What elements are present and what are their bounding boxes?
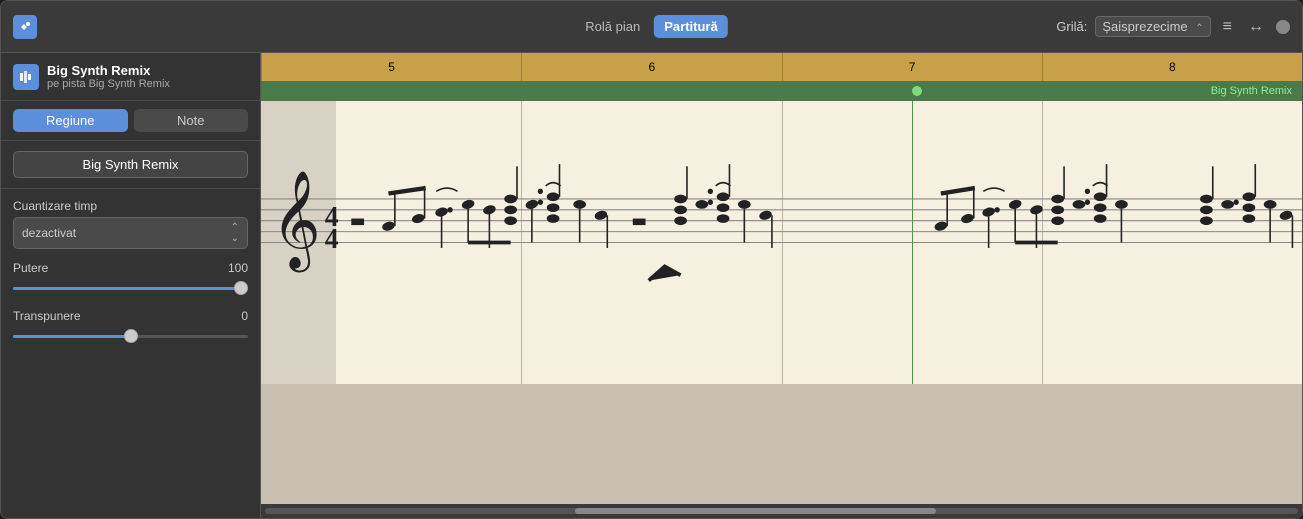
transpose-label: Transpunere (13, 309, 81, 323)
scrollbar-area (261, 504, 1302, 518)
staff-svg: 𝄞 4 4 (261, 101, 1302, 384)
power-header: Putere 100 (13, 261, 248, 275)
align-icon-btn[interactable]: ≡ (1219, 16, 1236, 38)
transpose-header: Transpunere 0 (13, 309, 248, 323)
ruler: 5 6 7 8 (261, 53, 1302, 81)
chevron-icon: ⌃⌄ (231, 222, 239, 244)
power-slider-track (13, 287, 248, 290)
svg-text:4: 4 (325, 224, 339, 255)
grid-value: Șaisprezecime (1102, 19, 1187, 34)
power-slider-thumb[interactable] (234, 281, 248, 295)
editor-area: 5 6 7 8 Big Synth Remix (261, 53, 1302, 518)
playhead-marker (912, 86, 922, 96)
score-btn[interactable]: Partitură (654, 15, 727, 38)
track-sub: pe pista Big Synth Remix (47, 78, 248, 90)
track-info: Big Synth Remix pe pista Big Synth Remix (47, 63, 248, 90)
param-section: Cuantizare timp dezactivat ⌃⌄ Putere 100 (1, 189, 260, 355)
sidebar: Big Synth Remix pe pista Big Synth Remix… (1, 53, 261, 518)
power-slider-fill (13, 287, 248, 290)
tab-row: Regiune Note (1, 101, 260, 141)
transpose-param: Transpunere 0 (13, 309, 248, 345)
svg-text:𝄞: 𝄞 (272, 172, 321, 272)
power-param: Putere 100 (13, 261, 248, 297)
track-green-strip: Big Synth Remix (261, 81, 1302, 101)
tab-note[interactable]: Note (134, 109, 249, 132)
quantize-label: Cuantizare timp (13, 199, 248, 213)
playhead-line (912, 101, 914, 384)
transpose-slider-fill (13, 335, 131, 338)
scrollbar-thumb[interactable] (575, 508, 937, 514)
power-value: 100 (228, 261, 248, 275)
transpose-slider-thumb[interactable] (124, 329, 138, 343)
region-name-section: Big Synth Remix (1, 141, 260, 189)
region-name-box[interactable]: Big Synth Remix (13, 151, 248, 178)
track-strip-label: Big Synth Remix (1211, 85, 1302, 97)
track-header: Big Synth Remix pe pista Big Synth Remix (1, 53, 260, 101)
tab-region[interactable]: Regiune (13, 109, 128, 132)
ruler-marks: 5 6 7 8 (261, 53, 1302, 81)
bottom-grey-area (261, 384, 1302, 504)
ruler-mark-6: 6 (521, 53, 781, 81)
track-icon (13, 64, 39, 90)
midi-icon (13, 15, 37, 39)
quantize-row: Cuantizare timp dezactivat ⌃⌄ (13, 199, 248, 249)
toolbar-right: Grilă: Șaisprezecime ⌃ ≡ ↔ (1056, 16, 1290, 38)
app-window: Rolă pian Partitură Grilă: Șaisprezecime… (0, 0, 1303, 519)
grid-select[interactable]: Șaisprezecime ⌃ (1095, 16, 1210, 37)
ruler-mark-7: 7 (782, 53, 1042, 81)
scrollbar-track (265, 508, 1298, 514)
grid-label: Grilă: (1056, 19, 1087, 34)
ruler-mark-8: 8 (1042, 53, 1302, 81)
toolbar: Rolă pian Partitură Grilă: Șaisprezecime… (1, 1, 1302, 53)
transpose-value: 0 (241, 309, 248, 323)
main-content: Big Synth Remix pe pista Big Synth Remix… (1, 53, 1302, 518)
arrows-icon-btn[interactable]: ↔ (1244, 16, 1268, 38)
power-slider-container (13, 279, 248, 297)
circle-icon (1276, 20, 1290, 34)
transpose-slider-track (13, 335, 248, 338)
transpose-slider-container (13, 327, 248, 345)
quantize-value: dezactivat (22, 226, 76, 240)
score-area[interactable]: 𝄞 4 4 (261, 101, 1302, 384)
ruler-mark-5: 5 (261, 53, 521, 81)
toolbar-center: Rolă pian Partitură (575, 15, 727, 38)
quantize-select[interactable]: dezactivat ⌃⌄ (13, 217, 248, 249)
track-name: Big Synth Remix (47, 63, 248, 78)
toolbar-left (13, 15, 37, 39)
piano-roll-btn[interactable]: Rolă pian (575, 15, 650, 38)
power-label: Putere (13, 261, 48, 275)
